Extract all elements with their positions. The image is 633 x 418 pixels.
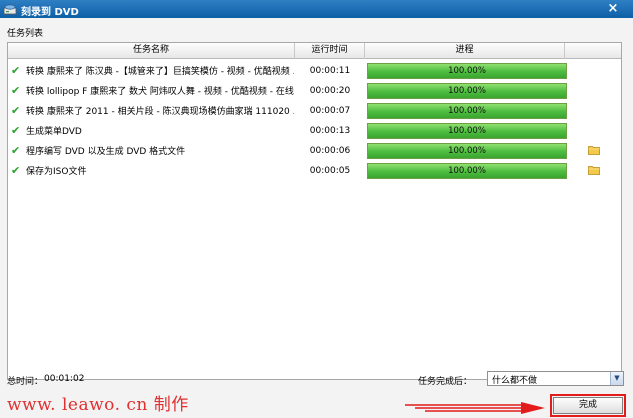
task-name-cell: ✔ 保存为ISO文件: [11, 161, 294, 181]
progress-bar: 100.00%: [367, 143, 567, 159]
done-button[interactable]: 完成: [553, 397, 623, 414]
task-run-time: 00:00:13: [309, 126, 351, 136]
after-complete-select[interactable]: 什么都不做 ▼: [487, 371, 624, 386]
table-row[interactable]: ✔ 转换 lollipop F 康熙来了 数犬 阿炜叹人舞 - 视频 - 优酷视频…: [8, 81, 621, 101]
check-icon: ✔: [11, 64, 21, 77]
progress-bar: 100.00%: [367, 163, 567, 179]
progress-bar: 100.00%: [367, 83, 567, 99]
progress-text: 100.00%: [448, 106, 486, 116]
task-run-time: 00:00:06: [309, 146, 351, 156]
progress-bar: 100.00%: [367, 103, 567, 119]
task-name-cell: ✔ 转换 康熙来了 2011 - 相关片段 - 陈汉典现场模仿曲家瑞 111020…: [11, 101, 294, 121]
table-row[interactable]: ✔ 程序编写 DVD 以及生成 DVD 格式文件 00:00:06 100.00%: [8, 141, 621, 161]
check-icon: ✔: [11, 144, 21, 157]
task-name: 转换 康熙来了 2011 - 相关片段 - 陈汉典现场模仿曲家瑞 111020 …: [26, 107, 294, 117]
after-complete-label: 任务完成后：: [418, 377, 473, 387]
task-name-cell: ✔ 生成菜单DVD: [11, 121, 294, 141]
progress-text: 100.00%: [448, 126, 486, 136]
window-title: 刻录到 DVD: [21, 7, 79, 18]
column-header-run-time[interactable]: 运行时间: [295, 43, 365, 59]
task-name-cell: ✔ 转换 康熙来了 陈汉典 -【城管来了】巨搞笑模仿 - 视频 - 优酷视频 ..…: [11, 61, 294, 81]
table-row[interactable]: ✔ 保存为ISO文件 00:00:05 100.00%: [8, 161, 621, 181]
column-header-open[interactable]: [565, 43, 621, 59]
progress-text: 100.00%: [448, 66, 486, 76]
check-icon: ✔: [11, 84, 21, 97]
progress-bar: 100.00%: [367, 63, 567, 79]
task-name: 保存为ISO文件: [26, 167, 87, 177]
task-run-time: 00:00:07: [309, 106, 351, 116]
progress-text: 100.00%: [448, 146, 486, 156]
check-icon: ✔: [11, 124, 21, 137]
progress-text: 100.00%: [448, 166, 486, 176]
column-header-progress[interactable]: 进程: [365, 43, 565, 59]
task-run-time: 00:00:20: [309, 86, 351, 96]
arrow-right-icon: [405, 402, 545, 414]
total-time-label: 总时间：: [7, 377, 44, 387]
dvd-burn-icon: [3, 4, 17, 15]
chevron-down-icon[interactable]: ▼: [610, 372, 623, 385]
table-row[interactable]: ✔ 生成菜单DVD 00:00:13 100.00%: [8, 121, 621, 141]
table-header: 任务名称 运行时间 进程: [8, 43, 621, 59]
dialog-body: 任务列表 任务名称 运行时间 进程 ✔ 转换 康熙来了 陈汉典 -【城管来了】巨搞…: [0, 18, 633, 418]
table-row[interactable]: ✔ 转换 康熙来了 2011 - 相关片段 - 陈汉典现场模仿曲家瑞 111020…: [8, 101, 621, 121]
progress-bar: 100.00%: [367, 123, 567, 139]
folder-icon[interactable]: [588, 165, 600, 175]
task-name-cell: ✔ 转换 lollipop F 康熙来了 数犬 阿炜叹人舞 - 视频 - 优酷视频…: [11, 81, 294, 101]
task-name-cell: ✔ 程序编写 DVD 以及生成 DVD 格式文件: [11, 141, 294, 161]
column-header-task-name[interactable]: 任务名称: [8, 43, 295, 59]
task-run-time: 00:00:05: [309, 166, 351, 176]
task-run-time: 00:00:11: [309, 66, 351, 76]
task-list-label: 任务列表: [7, 29, 44, 39]
title-bar: 刻录到 DVD ×: [0, 0, 633, 18]
task-name: 转换 lollipop F 康熙来了 数犬 阿炜叹人舞 - 视频 - 优酷视频 …: [26, 87, 294, 97]
progress-text: 100.00%: [448, 86, 486, 96]
check-icon: ✔: [11, 104, 21, 117]
task-name: 转换 康熙来了 陈汉典 -【城管来了】巨搞笑模仿 - 视频 - 优酷视频 ...: [26, 67, 294, 77]
task-name: 生成菜单DVD: [26, 127, 82, 137]
after-complete-value: 什么都不做: [492, 376, 538, 386]
close-button[interactable]: ×: [606, 2, 620, 16]
total-time-value: 00:01:02: [44, 374, 85, 384]
check-icon: ✔: [11, 164, 21, 177]
folder-icon[interactable]: [588, 145, 600, 155]
task-name: 程序编写 DVD 以及生成 DVD 格式文件: [26, 147, 186, 157]
table-row[interactable]: ✔ 转换 康熙来了 陈汉典 -【城管来了】巨搞笑模仿 - 视频 - 优酷视频 ..…: [8, 61, 621, 81]
watermark-text: www. leawo. cn 制作: [7, 395, 189, 415]
task-table: 任务名称 运行时间 进程 ✔ 转换 康熙来了 陈汉典 -【城管来了】巨搞笑模仿 -…: [7, 42, 622, 380]
